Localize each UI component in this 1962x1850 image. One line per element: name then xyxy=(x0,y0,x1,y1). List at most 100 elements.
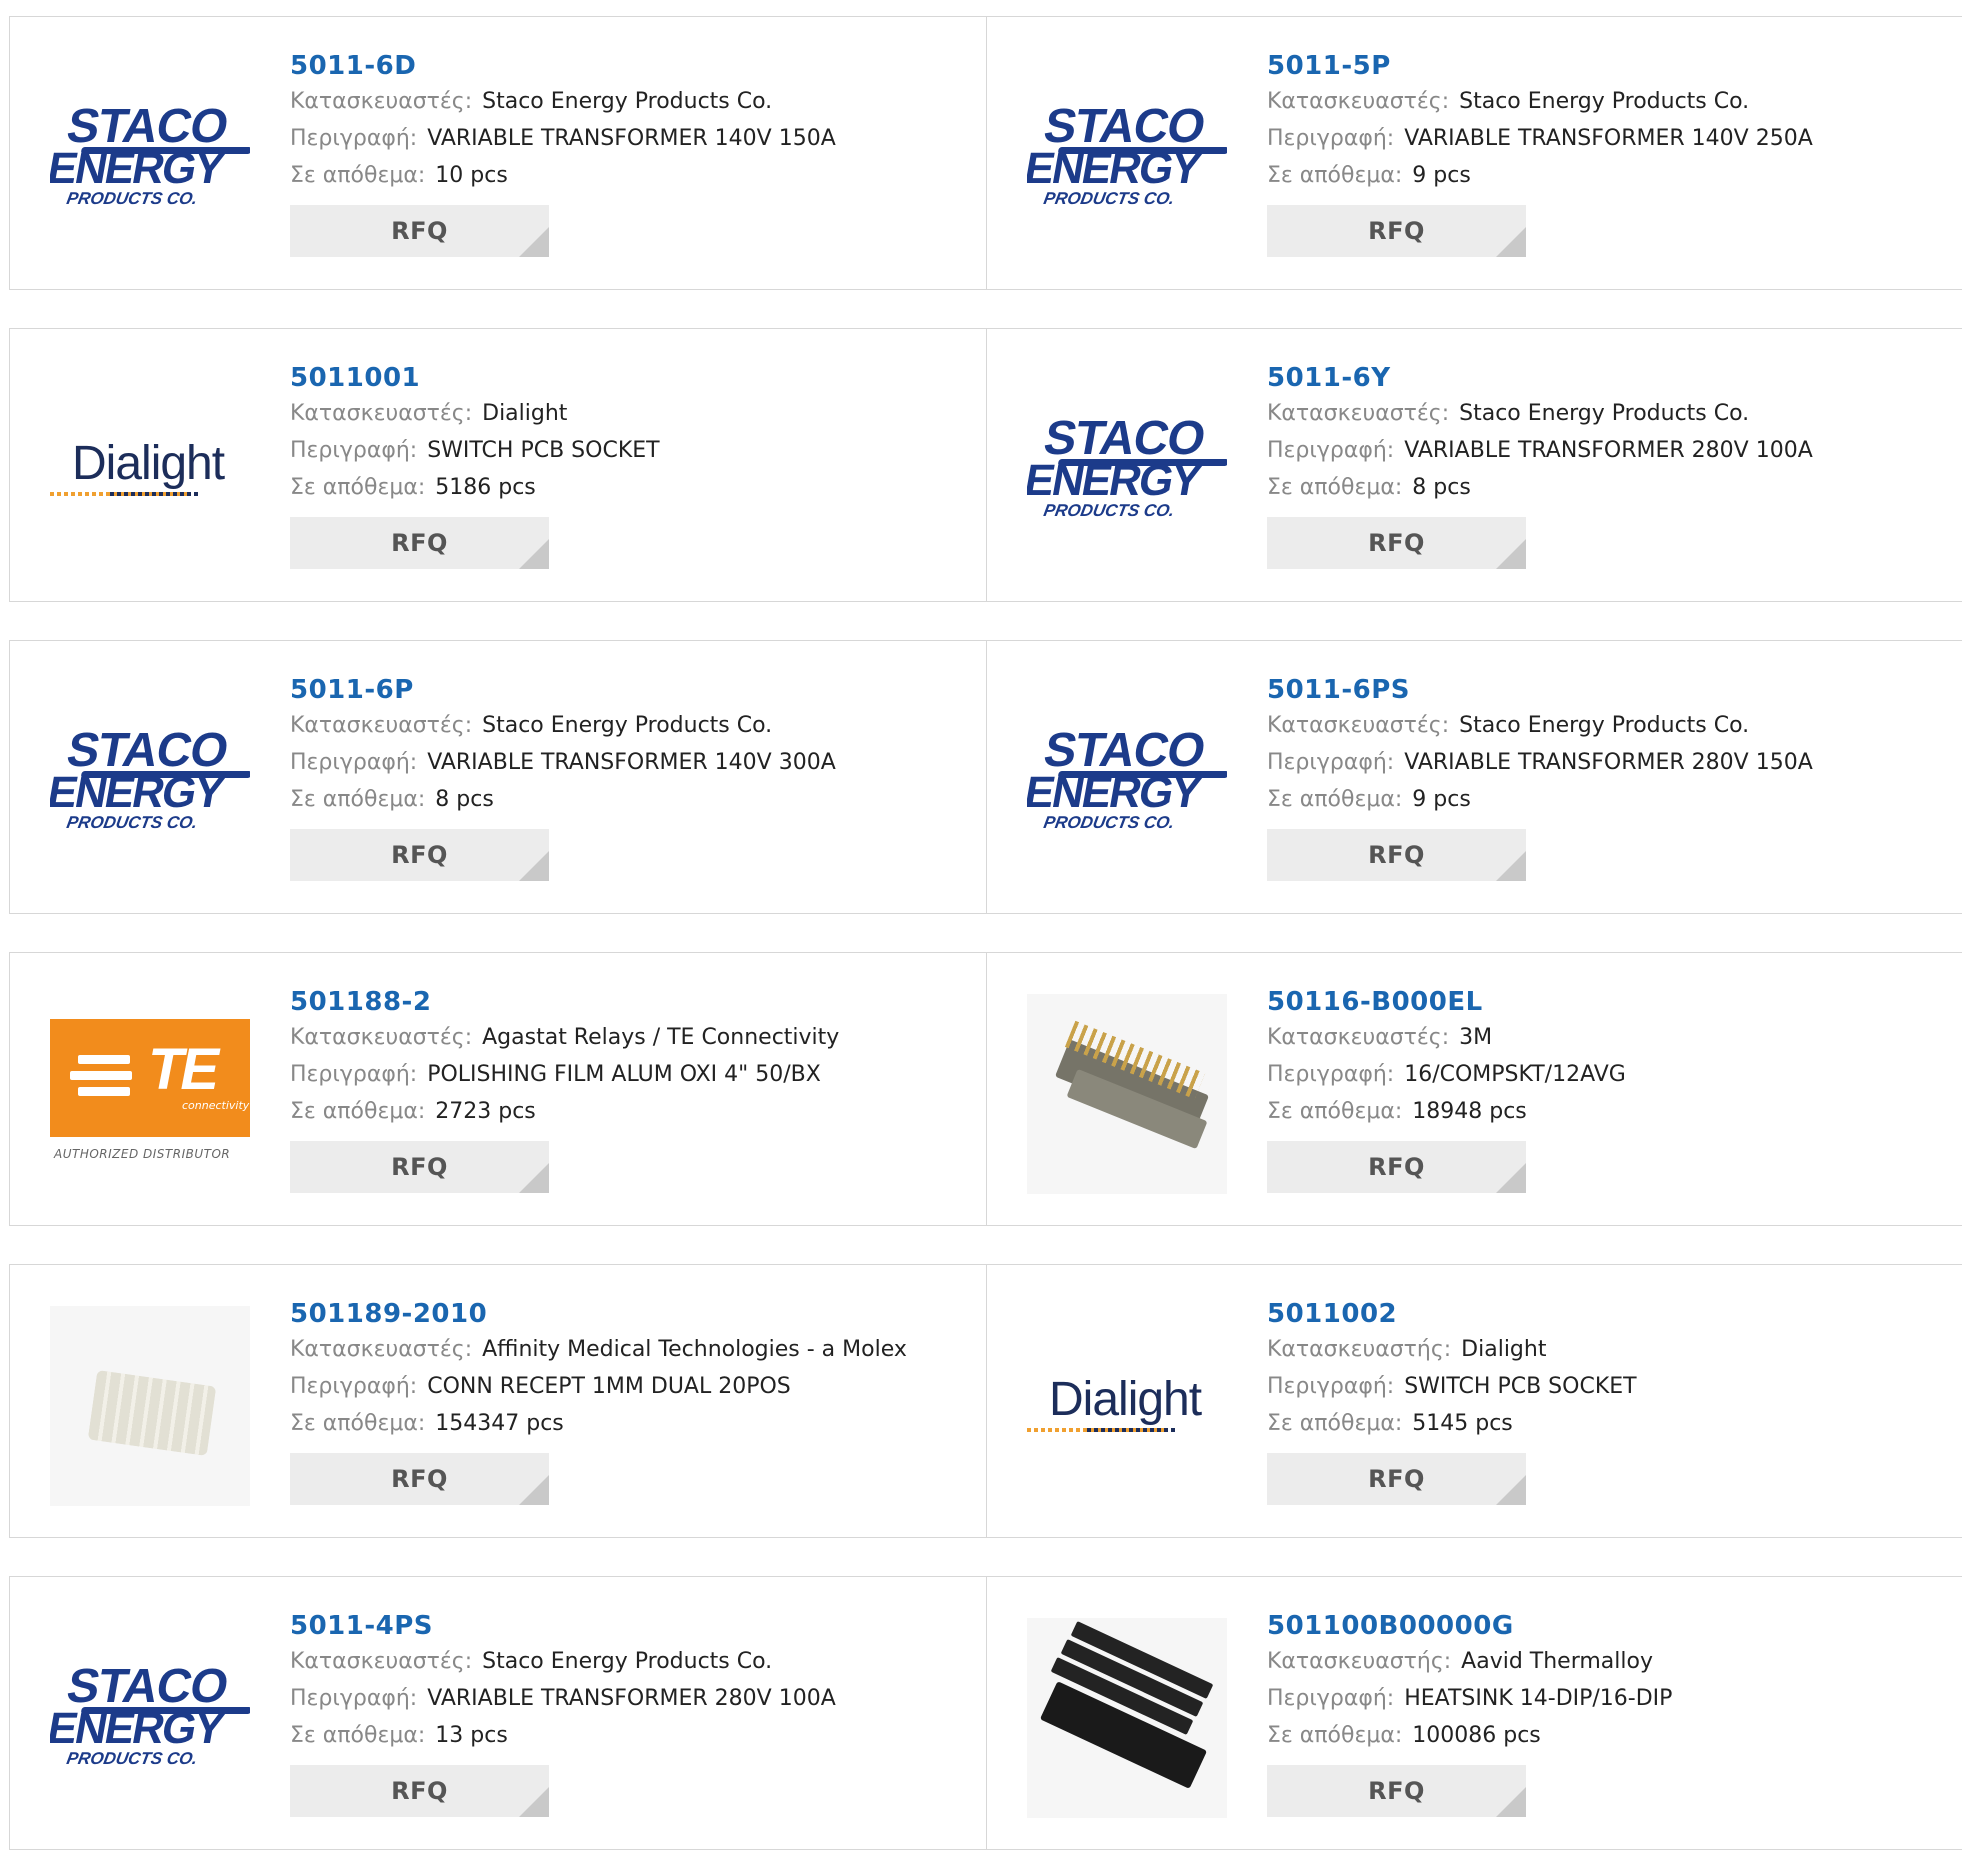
corner-triangle-icon xyxy=(519,227,549,257)
corner-triangle-icon xyxy=(519,1787,549,1817)
stock-value: 9 pcs xyxy=(1412,787,1471,812)
description-label: Περιγραφή: xyxy=(290,126,418,151)
product-card: STACO ENERGY PRODUCTS CO. 5011-6P Κατασκευασ… xyxy=(9,640,987,914)
part-number-link[interactable]: 5011-6PS xyxy=(1267,673,1813,707)
corner-triangle-icon xyxy=(519,851,549,881)
description-value: VARIABLE TRANSFORMER 280V 100A xyxy=(1404,438,1813,463)
manufacturer-logo[interactable]: Dialight xyxy=(50,370,250,570)
description-row: Περιγραφή: VARIABLE TRANSFORMER 280V 100A xyxy=(1267,432,1813,469)
manufacturer-logo[interactable]: STACO ENERGY PRODUCTS CO. xyxy=(1027,58,1227,258)
description-row: Περιγραφή: VARIABLE TRANSFORMER 140V 150A xyxy=(290,120,836,157)
rfq-button[interactable]: RFQ xyxy=(290,205,549,257)
stock-row: Σε απόθεμα: 8 pcs xyxy=(1267,469,1813,506)
stock-row: Σε απόθεμα: 18948 pcs xyxy=(1267,1093,1626,1130)
part-number-link[interactable]: 501100B00000G xyxy=(1267,1609,1672,1643)
corner-triangle-icon xyxy=(519,1163,549,1193)
manufacturer-row: Κατασκευαστές: Dialight xyxy=(290,395,660,432)
description-value: CONN RECEPT 1MM DUAL 20POS xyxy=(427,1374,791,1399)
rfq-label: RFQ xyxy=(391,1777,448,1805)
rfq-label: RFQ xyxy=(1368,529,1425,557)
product-card: STACO ENERGY PRODUCTS CO. 5011-4PS Κατασκευα… xyxy=(9,1576,987,1850)
part-number-link[interactable]: 5011-6P xyxy=(290,673,836,707)
part-number-link[interactable]: 501189-2010 xyxy=(290,1297,907,1331)
description-value: SWITCH PCB SOCKET xyxy=(1404,1374,1637,1399)
rfq-button[interactable]: RFQ xyxy=(290,1765,549,1817)
manufacturer-logo[interactable]: Dialight xyxy=(1027,1306,1227,1506)
manufacturer-label: Κατασκευαστές: xyxy=(1267,89,1450,114)
staco-energy-logo: STACO ENERGY PRODUCTS CO. xyxy=(50,724,250,837)
corner-triangle-icon xyxy=(1496,539,1526,569)
rfq-button[interactable]: RFQ xyxy=(290,517,549,569)
staco-energy-logo: STACO ENERGY PRODUCTS CO. xyxy=(1027,724,1227,837)
part-number-link[interactable]: 5011-6Y xyxy=(1267,361,1813,395)
manufacturer-row: Κατασκευαστές: Staco Energy Products Co. xyxy=(1267,83,1813,120)
description-label: Περιγραφή: xyxy=(1267,438,1395,463)
rfq-button[interactable]: RFQ xyxy=(1267,517,1526,569)
description-label: Περιγραφή: xyxy=(1267,1374,1395,1399)
stock-row: Σε απόθεμα: 8 pcs xyxy=(290,781,836,818)
rfq-button[interactable]: RFQ xyxy=(1267,205,1526,257)
part-number-link[interactable]: 501188-2 xyxy=(290,985,839,1019)
description-label: Περιγραφή: xyxy=(290,750,418,775)
description-label: Περιγραφή: xyxy=(290,1686,418,1711)
rfq-button[interactable]: RFQ xyxy=(1267,829,1526,881)
part-number-link[interactable]: 5011-5P xyxy=(1267,49,1813,83)
description-label: Περιγραφή: xyxy=(1267,126,1395,151)
stock-label: Σε απόθεμα: xyxy=(290,787,426,812)
product-card: STACO ENERGY PRODUCTS CO. 5011-6D Κατασκευασ… xyxy=(9,16,987,290)
stock-value: 10 pcs xyxy=(435,163,508,188)
rfq-label: RFQ xyxy=(391,1153,448,1181)
stock-label: Σε απόθεμα: xyxy=(1267,787,1403,812)
stock-row: Σε απόθεμα: 9 pcs xyxy=(1267,157,1813,194)
stock-row: Σε απόθεμα: 5145 pcs xyxy=(1267,1405,1637,1442)
staco-energy-logo: STACO ENERGY PRODUCTS CO. xyxy=(1027,412,1227,525)
corner-triangle-icon xyxy=(519,1475,549,1505)
manufacturer-value: Dialight xyxy=(482,401,568,426)
manufacturer-logo[interactable]: STACO ENERGY PRODUCTS CO. xyxy=(50,682,250,882)
manufacturer-logo[interactable] xyxy=(1027,1618,1227,1818)
part-number-link[interactable]: 50116-B000EL xyxy=(1267,985,1626,1019)
manufacturer-row: Κατασκευαστές: Staco Energy Products Co. xyxy=(290,707,836,744)
description-value: SWITCH PCB SOCKET xyxy=(427,438,660,463)
dialight-logo: Dialight xyxy=(1027,1366,1227,1446)
description-row: Περιγραφή: POLISHING FILM ALUM OXI 4" 50/… xyxy=(290,1056,839,1093)
part-number-link[interactable]: 5011001 xyxy=(290,361,660,395)
description-row: Περιγραφή: VARIABLE TRANSFORMER 140V 250A xyxy=(1267,120,1813,157)
manufacturer-logo[interactable] xyxy=(50,1306,250,1506)
rfq-button[interactable]: RFQ xyxy=(290,1453,549,1505)
corner-triangle-icon xyxy=(1496,227,1526,257)
manufacturer-label: Κατασκευαστής: xyxy=(1267,1649,1452,1674)
manufacturer-label: Κατασκευαστές: xyxy=(290,89,473,114)
description-row: Περιγραφή: HEATSINK 14-DIP/16-DIP xyxy=(1267,1680,1672,1717)
description-label: Περιγραφή: xyxy=(1267,1062,1395,1087)
part-number-link[interactable]: 5011002 xyxy=(1267,1297,1637,1331)
manufacturer-value: Staco Energy Products Co. xyxy=(482,713,773,738)
rfq-label: RFQ xyxy=(1368,217,1425,245)
manufacturer-logo[interactable]: STACO ENERGY PRODUCTS CO. xyxy=(50,58,250,258)
staco-energy-logo: STACO ENERGY PRODUCTS CO. xyxy=(50,100,250,213)
manufacturer-value: Staco Energy Products Co. xyxy=(1459,89,1750,114)
rfq-button[interactable]: RFQ xyxy=(1267,1141,1526,1193)
rfq-button[interactable]: RFQ xyxy=(1267,1765,1526,1817)
part-number-link[interactable]: 5011-6D xyxy=(290,49,836,83)
rfq-label: RFQ xyxy=(391,217,448,245)
product-card: STACO ENERGY PRODUCTS CO. 5011-5P Κατασκευασ… xyxy=(986,16,1962,290)
rfq-button[interactable]: RFQ xyxy=(1267,1453,1526,1505)
rfq-button[interactable]: RFQ xyxy=(290,1141,549,1193)
manufacturer-logo[interactable]: STACO ENERGY PRODUCTS CO. xyxy=(1027,682,1227,882)
corner-triangle-icon xyxy=(1496,1163,1526,1193)
manufacturer-value: Staco Energy Products Co. xyxy=(1459,713,1750,738)
manufacturer-logo[interactable]: STACO ENERGY PRODUCTS CO. xyxy=(50,1618,250,1818)
rfq-button[interactable]: RFQ xyxy=(290,829,549,881)
corner-triangle-icon xyxy=(1496,1787,1526,1817)
manufacturer-logo[interactable]: STACO ENERGY PRODUCTS CO. xyxy=(1027,370,1227,570)
manufacturer-label: Κατασκευαστές: xyxy=(290,1025,473,1050)
part-number-link[interactable]: 5011-4PS xyxy=(290,1609,836,1643)
staco-energy-logo: STACO ENERGY PRODUCTS CO. xyxy=(1027,100,1227,213)
manufacturer-logo[interactable] xyxy=(1027,994,1227,1194)
manufacturer-row: Κατασκευαστές: Staco Energy Products Co. xyxy=(1267,707,1813,744)
corner-triangle-icon xyxy=(1496,851,1526,881)
manufacturer-logo[interactable]: TE connectivity AUTHORIZED DISTRIBUTOR xyxy=(50,994,250,1194)
manufacturer-label: Κατασκευαστές: xyxy=(1267,713,1450,738)
description-value: POLISHING FILM ALUM OXI 4" 50/BX xyxy=(427,1062,821,1087)
